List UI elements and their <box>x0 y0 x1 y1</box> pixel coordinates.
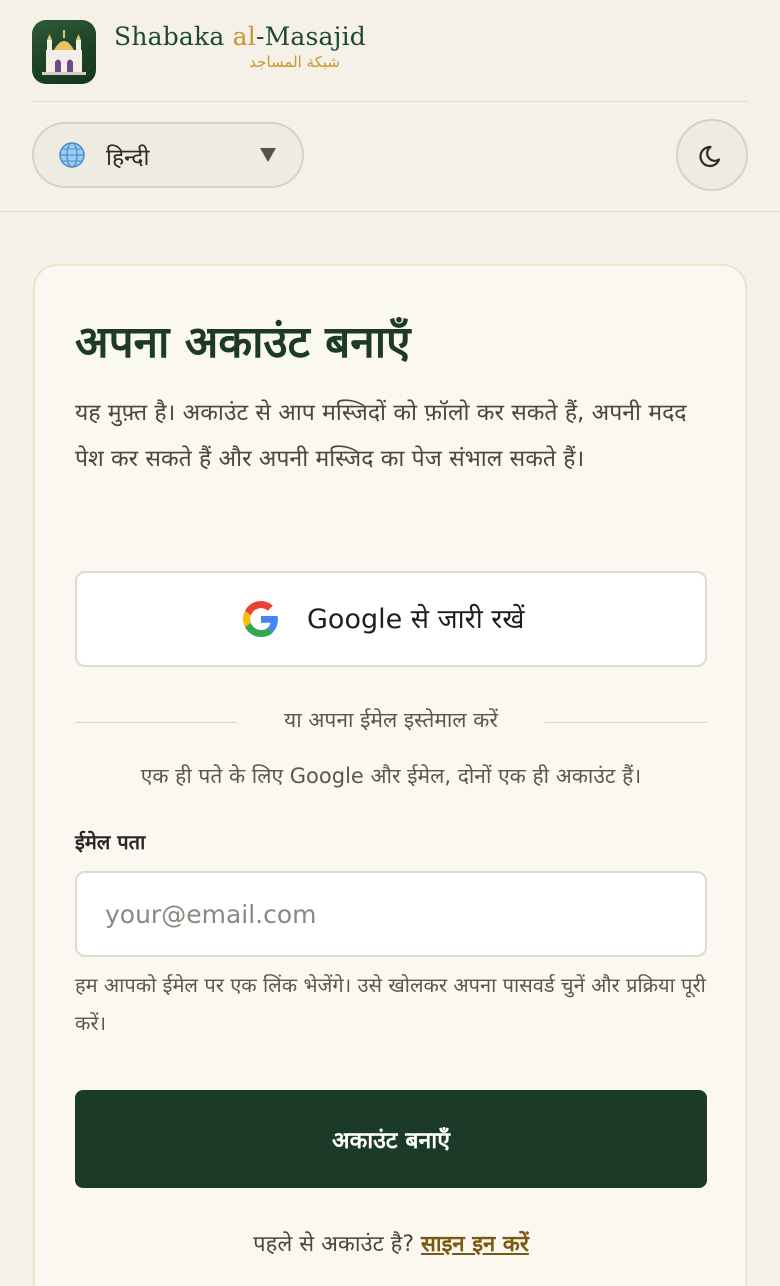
toolbar: हिन्दी <box>0 103 780 212</box>
globe-icon <box>59 142 85 168</box>
signin-link[interactable]: साइन इन करें <box>421 1232 529 1257</box>
brand-name-arabic: شبكة المساجد <box>249 53 340 71</box>
app-header: Shabaka al-Masajid شبكة المساجد <box>32 0 748 102</box>
brand-block: Shabaka al-Masajid شبكة المساجد <box>114 22 366 71</box>
language-select[interactable]: हिन्दी <box>32 122 304 188</box>
signup-card: अपना अकाउंट बनाएँ यह मुफ़्त है। अकाउंट स… <box>33 264 747 1286</box>
chevron-down-icon <box>260 148 276 162</box>
create-account-button[interactable]: अकाउंट बनाएँ <box>75 1090 707 1188</box>
or-divider: या अपना ईमेल इस्तेमाल करें <box>75 706 707 734</box>
google-button-label: Google से जारी रखें <box>307 604 525 635</box>
language-label: हिन्दी <box>106 145 150 171</box>
brand-name: Shabaka al-Masajid <box>114 22 367 51</box>
email-field[interactable] <box>75 871 707 957</box>
email-label: ईमेल पता <box>75 830 146 854</box>
signup-description: यह मुफ़्त है। अकाउंट से आप मस्जिदों को फ… <box>75 400 687 472</box>
email-help-text: हम आपको ईमेल पर एक लिंक भेजेंगे। उसे खोल… <box>75 973 706 1035</box>
signin-prompt-text: पहले से अकाउंट है? <box>253 1232 422 1257</box>
google-signin-button[interactable]: Google से जारी रखें <box>75 571 707 667</box>
moon-icon <box>699 145 721 168</box>
google-icon <box>243 601 278 637</box>
theme-toggle-button[interactable] <box>676 119 748 191</box>
signin-prompt: पहले से अकाउंट है? साइन इन करें <box>75 1228 707 1258</box>
page-title: अपना अकाउंट बनाएँ <box>75 317 411 368</box>
mosque-logo-icon[interactable] <box>32 20 96 84</box>
account-note: एक ही पते के लिए Google और ईमेल, दोनों ए… <box>140 764 642 788</box>
